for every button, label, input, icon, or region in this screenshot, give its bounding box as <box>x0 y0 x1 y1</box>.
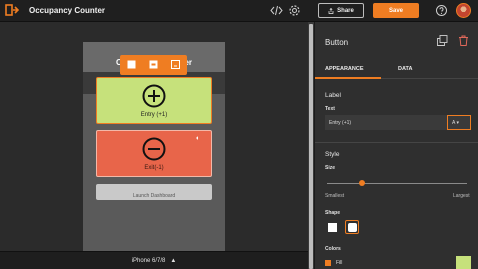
share-button[interactable]: Share <box>318 3 364 18</box>
fill-color-swatch[interactable] <box>456 256 471 269</box>
entry-button[interactable]: Entry (+1) <box>96 77 212 124</box>
scrollbar-thumb[interactable] <box>309 24 313 269</box>
delete-icon[interactable] <box>458 35 469 46</box>
duplicate-icon[interactable] <box>437 35 448 46</box>
avatar[interactable] <box>456 3 471 18</box>
size-slider-thumb[interactable] <box>359 180 365 186</box>
plus-circle-icon <box>142 84 166 108</box>
help-icon[interactable] <box>435 4 448 17</box>
full-width-icon[interactable] <box>171 60 180 69</box>
panel-tabs: APPEARANCE DATA <box>315 62 478 79</box>
device-label: iPhone 6/7/8 <box>131 258 166 264</box>
style-section-heading: Style <box>325 151 340 158</box>
launch-dashboard-button[interactable]: Launch Dashboard <box>96 184 212 200</box>
resize-icon[interactable] <box>149 60 158 69</box>
mouse-cursor-icon: ◖ <box>195 135 200 142</box>
code-icon[interactable] <box>270 4 283 17</box>
colors-label: Colors <box>325 246 341 252</box>
gear-icon[interactable] <box>288 4 301 17</box>
size-min-label: Smallest <box>325 193 345 199</box>
label-text-input[interactable]: Entry (+1) <box>325 115 457 130</box>
chevron-down-icon: ▾ <box>456 120 459 126</box>
exit-label: Exit(-1) <box>144 165 164 171</box>
text-format-value: A <box>452 120 456 126</box>
text-field-label: Text <box>325 106 335 112</box>
active-tab-indicator <box>315 77 381 79</box>
top-bar: Occupancy Counter Share Save <box>0 0 478 22</box>
size-slider[interactable] <box>327 183 467 184</box>
share-label: Share <box>337 7 354 14</box>
device-bar: iPhone 6/7/8 ▲ <box>0 251 308 269</box>
section-divider <box>315 142 478 143</box>
entry-label: Entry (+1) <box>140 112 168 118</box>
save-button[interactable]: Save <box>373 3 419 18</box>
tab-appearance[interactable]: APPEARANCE <box>325 66 364 72</box>
properties-panel: Button APPEARANCE DATA Label Text Entry … <box>314 22 478 269</box>
element-toolbar <box>120 55 187 75</box>
square-shape-icon <box>327 222 337 232</box>
design-canvas: Occupancy Counter Site name Entry (+1) E… <box>0 22 308 269</box>
device-selector[interactable]: iPhone 6/7/8 ▲ <box>0 258 308 264</box>
size-label: Size <box>325 165 336 171</box>
shape-label: Shape <box>325 210 341 216</box>
minus-circle-icon <box>142 137 166 161</box>
chevron-up-icon: ▲ <box>167 258 177 264</box>
app-logo-icon[interactable] <box>5 3 19 17</box>
share-icon <box>328 7 334 14</box>
shape-rounded-option[interactable] <box>345 220 359 234</box>
fill-label: Fill <box>336 260 343 266</box>
select-box-icon[interactable] <box>127 60 136 69</box>
app-title: Occupancy Counter <box>29 6 106 15</box>
size-max-label: Largest <box>453 193 470 199</box>
panel-title: Button <box>325 38 349 47</box>
tab-data[interactable]: DATA <box>398 66 412 72</box>
rounded-shape-icon <box>347 222 357 232</box>
fill-checkbox[interactable] <box>325 260 331 266</box>
phone-preview: Occupancy Counter Site name Entry (+1) E… <box>83 42 225 269</box>
text-format-dropdown[interactable]: A ▾ <box>447 115 471 130</box>
label-section-heading: Label <box>325 92 341 99</box>
shape-square-option[interactable] <box>325 220 339 234</box>
